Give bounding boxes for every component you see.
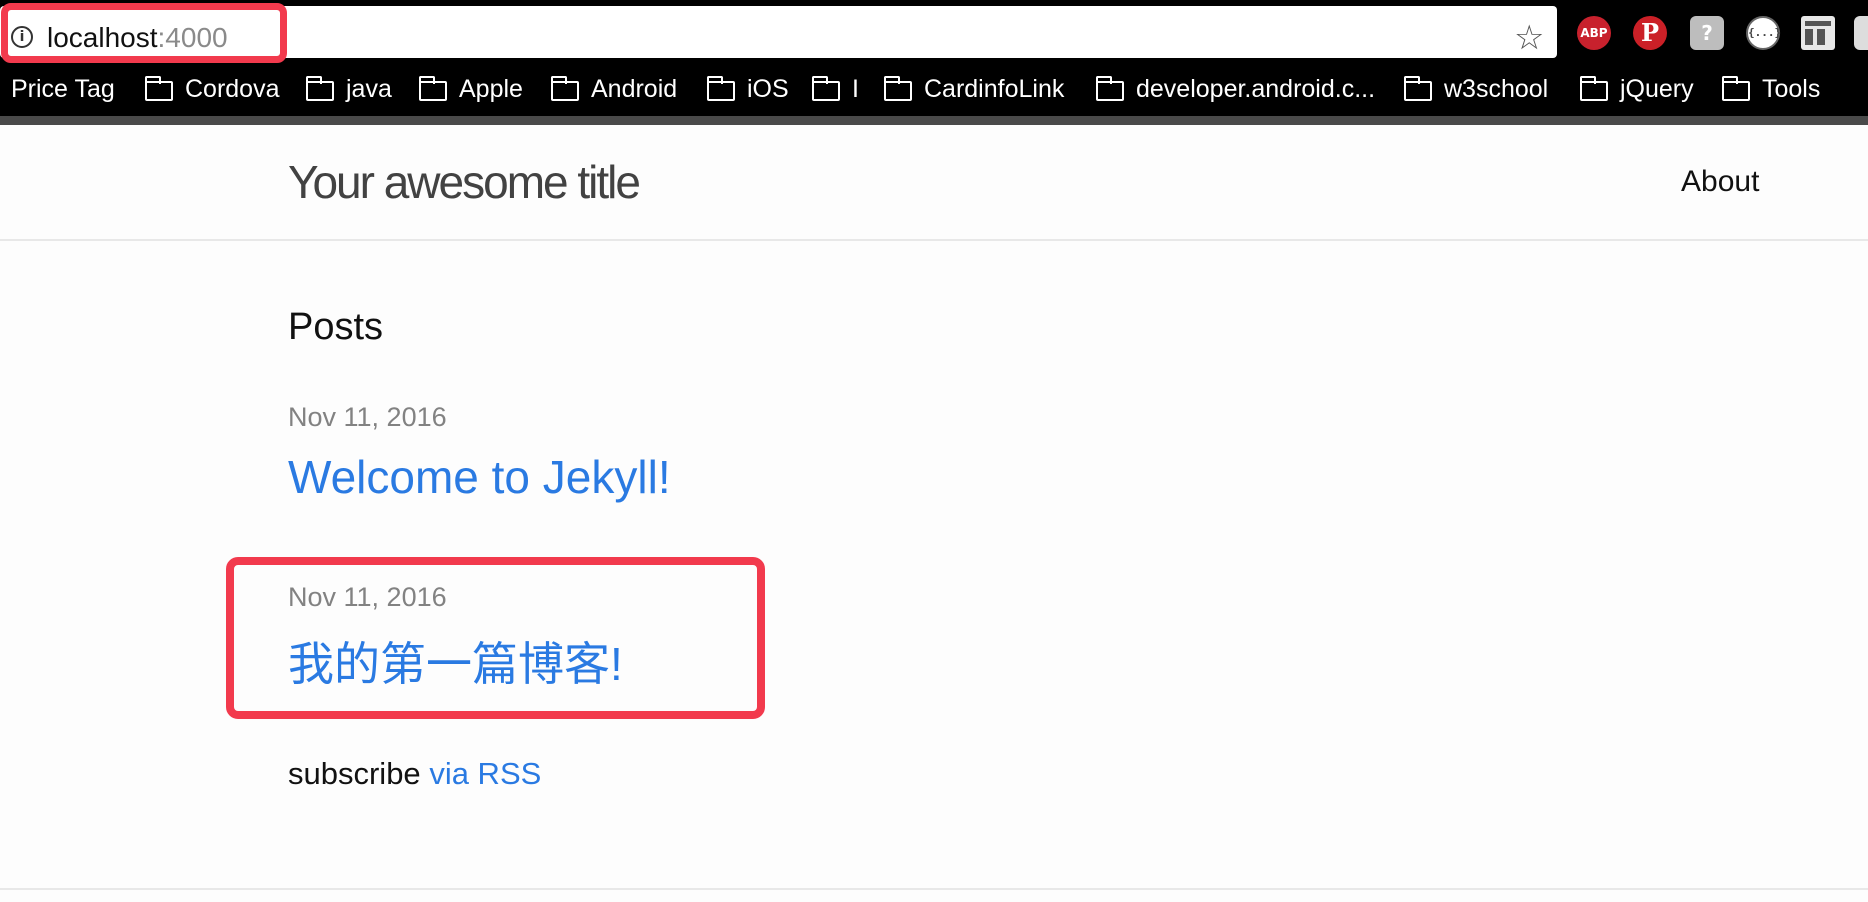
layout-icon[interactable] [1801,16,1835,50]
post-date: Nov 11, 2016 [288,402,447,432]
posts-heading: Posts [288,306,384,348]
bookmark-star-icon[interactable]: ☆ [1514,18,1544,58]
subscribe-line: subscribe via RSS [288,756,541,792]
browser-chrome: i localhost:4000 ☆ ABP P ? {...} Price T… [0,0,1868,125]
folder-icon [707,76,735,101]
post-highlight-box [226,557,765,719]
folder-icon [419,76,447,101]
url-highlight-box [1,3,287,63]
bookmarks-bar: Price Tag Cordova java Apple Android iOS… [11,75,1821,103]
subscribe-text: subscribe [288,756,421,791]
post-title-link[interactable]: Welcome to Jekyll! [288,450,671,504]
pinterest-icon[interactable]: P [1633,16,1667,50]
footer-divider [0,888,1868,890]
json-viewer-icon[interactable]: {...} [1746,16,1781,50]
folder-icon [1404,76,1432,101]
rss-link[interactable]: via RSS [429,756,541,791]
site-header: Your awesome title About [0,125,1868,241]
folder-icon [884,76,912,101]
folder-icon [812,76,840,101]
site-title[interactable]: Your awesome title [288,155,641,209]
folder-icon [551,76,579,101]
shield-extension-icon[interactable] [1854,16,1868,50]
folder-icon [145,76,173,101]
folder-icon [1580,76,1608,101]
chrome-divider [0,116,1868,125]
nav-about-link[interactable]: About [1681,165,1759,199]
folder-icon [1096,76,1124,101]
tag-extension-icon[interactable]: ? [1690,16,1724,50]
adblock-plus-icon[interactable]: ABP [1577,16,1611,50]
folder-icon [306,76,334,101]
folder-icon [1722,76,1750,101]
